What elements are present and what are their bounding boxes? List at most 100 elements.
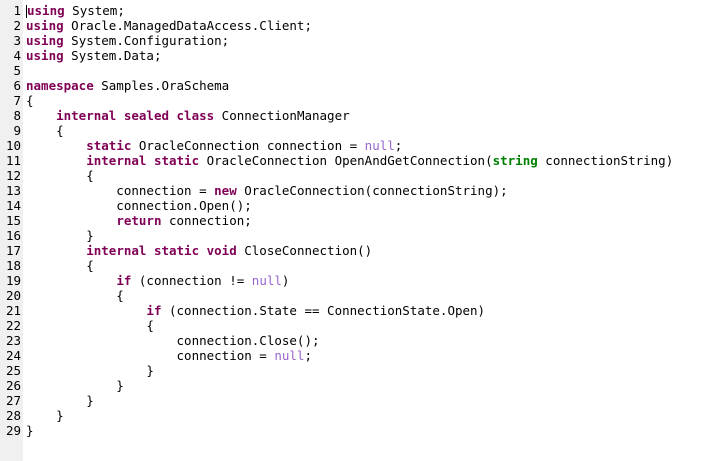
- null-literal-token: null: [274, 348, 305, 363]
- code-token: connection.Open();: [26, 198, 252, 213]
- line-number: 28: [5, 408, 21, 423]
- line-number: 6: [13, 78, 21, 93]
- code-token: (connection !=: [131, 273, 252, 288]
- code-token: ConnectionManager: [214, 108, 350, 123]
- code-line[interactable]: {: [26, 93, 728, 108]
- code-line[interactable]: connection.Close();: [26, 333, 728, 348]
- line-number: 7: [13, 93, 21, 108]
- code-line[interactable]: connection.Open();: [26, 198, 728, 213]
- keyword-token: if: [146, 303, 162, 318]
- keyword-token: if: [116, 273, 132, 288]
- code-line[interactable]: {: [26, 168, 728, 183]
- code-token: System.Configuration;: [63, 33, 230, 48]
- code-token: ): [281, 273, 290, 288]
- line-number: 26: [5, 378, 21, 393]
- line-number: 5: [13, 63, 21, 78]
- code-line[interactable]: internal sealed class ConnectionManager: [26, 108, 728, 123]
- code-token: connection =: [26, 348, 275, 363]
- type-token: string: [492, 153, 538, 168]
- keyword-token: static: [86, 138, 132, 153]
- keyword-token: internal static void: [86, 243, 237, 258]
- keyword-token: return: [116, 213, 162, 228]
- line-number: 9: [13, 123, 21, 138]
- code-token: }: [26, 228, 94, 243]
- code-token: OracleConnection connection =: [131, 138, 365, 153]
- keyword-token: using: [26, 48, 64, 63]
- null-literal-token: null: [251, 273, 282, 288]
- code-token: }: [26, 423, 34, 438]
- code-line[interactable]: return connection;: [26, 213, 728, 228]
- code-line[interactable]: {: [26, 318, 728, 333]
- code-line[interactable]: using System;: [26, 3, 728, 18]
- line-number: 16: [5, 228, 21, 243]
- code-token: }: [26, 363, 154, 378]
- code-line[interactable]: if (connection.State == ConnectionState.…: [26, 303, 728, 318]
- code-line[interactable]: {: [26, 258, 728, 273]
- code-token: Oracle.ManagedDataAccess.Client;: [63, 18, 312, 33]
- null-literal-token: null: [364, 138, 395, 153]
- line-number: 11: [5, 153, 21, 168]
- code-token: OracleConnection(connectionString);: [236, 183, 508, 198]
- code-line[interactable]: }: [26, 408, 728, 423]
- code-line[interactable]: }: [26, 393, 728, 408]
- line-number-gutter: 1 2 3 4 5 6 7 8 9 10 11 12 13 14 15 16 17 18 19 20 21 22 23 24 2…: [0, 0, 23, 461]
- line-number: 1: [13, 3, 21, 18]
- line-number: 20: [5, 288, 21, 303]
- code-line[interactable]: }: [26, 378, 728, 393]
- code-token: System;: [64, 3, 125, 18]
- keyword-token: namespace: [26, 78, 94, 93]
- code-token: {: [26, 123, 64, 138]
- line-number: 18: [5, 258, 21, 273]
- code-line[interactable]: }: [26, 363, 728, 378]
- code-token: }: [26, 393, 94, 408]
- line-number: 2: [13, 18, 21, 33]
- code-token: ;: [394, 138, 403, 153]
- code-line[interactable]: namespace Samples.OraSchema: [26, 78, 728, 93]
- code-token: Samples.OraSchema: [93, 78, 230, 93]
- code-line[interactable]: connection = null;: [26, 348, 728, 363]
- line-number: 29: [5, 423, 21, 438]
- keyword-token: using: [26, 18, 64, 33]
- code-line[interactable]: if (connection != null): [26, 273, 728, 288]
- code-area[interactable]: using System; using Oracle.ManagedDataAcc…: [23, 0, 728, 461]
- code-line[interactable]: using System.Data;: [26, 48, 728, 63]
- code-line[interactable]: using System.Configuration;: [26, 33, 728, 48]
- code-token: CloseConnection(): [236, 243, 373, 258]
- code-token: {: [26, 318, 154, 333]
- keyword-token: internal static: [86, 153, 200, 168]
- code-token: ;: [304, 348, 312, 363]
- code-line[interactable]: [26, 63, 728, 78]
- code-token: {: [26, 168, 94, 183]
- line-number: 25: [5, 363, 21, 378]
- line-number: 24: [5, 348, 21, 363]
- code-line[interactable]: }: [26, 228, 728, 243]
- code-editor[interactable]: 1 2 3 4 5 6 7 8 9 10 11 12 13 14 15 16 17 18 19 20 21 22 23 24 2…: [0, 0, 728, 461]
- keyword-token: using: [26, 33, 64, 48]
- line-number: 13: [5, 183, 21, 198]
- code-token: }: [26, 408, 64, 423]
- code-line[interactable]: connection = new OracleConnection(connec…: [26, 183, 728, 198]
- code-line[interactable]: static OracleConnection connection = nul…: [26, 138, 728, 153]
- code-line[interactable]: {: [26, 288, 728, 303]
- line-number: 8: [13, 108, 21, 123]
- keyword-token: new: [214, 183, 237, 198]
- code-token: connection.Close();: [26, 333, 320, 348]
- code-line[interactable]: using Oracle.ManagedDataAccess.Client;: [26, 18, 728, 33]
- code-token: System.Data;: [63, 48, 162, 63]
- code-line[interactable]: }: [26, 423, 728, 438]
- code-line[interactable]: {: [26, 123, 728, 138]
- line-number: 4: [13, 48, 21, 63]
- code-token: connectionString): [537, 153, 674, 168]
- code-token: connection =: [26, 183, 215, 198]
- code-line[interactable]: internal static OracleConnection OpenAnd…: [26, 153, 728, 168]
- line-number: 23: [5, 333, 21, 348]
- line-number: 14: [5, 198, 21, 213]
- line-number: 10: [5, 138, 21, 153]
- code-line[interactable]: internal static void CloseConnection(): [26, 243, 728, 258]
